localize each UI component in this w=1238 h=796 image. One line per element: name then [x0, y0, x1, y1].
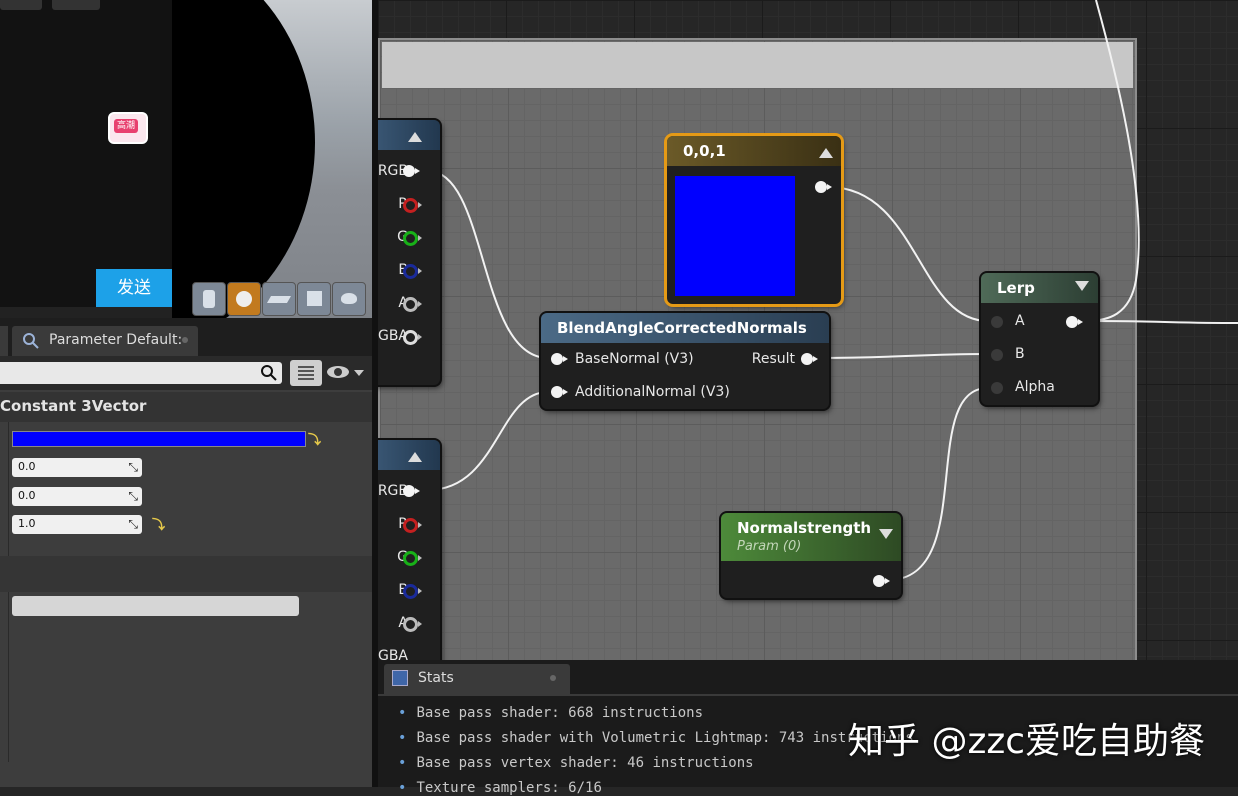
collapse-icon[interactable] [879, 529, 893, 539]
pin-label: Alpha [1015, 379, 1055, 395]
cube-icon[interactable] [297, 282, 331, 316]
rgba-pin[interactable] [403, 330, 422, 345]
stat-line: • Base pass shader with Volumetric Lightm… [398, 730, 914, 746]
teapot-icon[interactable] [332, 282, 366, 316]
material-graph[interactable]: RGB R G B A GBA RGB R G B A GBA 0,0,1 [378, 0, 1238, 660]
preview-viewport[interactable]: 高潮 发送 [0, 0, 372, 318]
z-value-field[interactable]: 1.0 ⤡ [12, 515, 142, 534]
blend-node-title: BlendAngleCorrectedNormals [541, 313, 829, 343]
param-node-title: Normalstrength [737, 519, 872, 537]
tab-stats[interactable]: Stats [384, 664, 570, 694]
details-panel: Parameter Default: Constant 3Vector ⤵ 0.… [0, 318, 372, 787]
result-pin[interactable] [801, 353, 818, 365]
search-icon [261, 365, 277, 381]
blank-field[interactable] [12, 596, 299, 616]
pin-label: A [1015, 313, 1025, 329]
stats-panel: Stats • Base pass shader: 668 instruction… [378, 660, 1238, 796]
color-swatch [675, 176, 795, 296]
preview-toolbar [192, 282, 368, 316]
r-pin[interactable] [403, 198, 422, 213]
chevron-down-icon[interactable] [354, 370, 364, 376]
a-pin[interactable] [403, 297, 422, 312]
stat-line: • Texture samplers: 6/16 [398, 780, 602, 796]
tab-parameter-defaults[interactable]: Parameter Default: [12, 326, 198, 356]
rgb-pin[interactable] [403, 485, 420, 497]
close-icon[interactable] [182, 337, 188, 343]
search-icon [23, 333, 39, 349]
param-node-subtitle: Param (0) [737, 539, 802, 554]
reset-icon[interactable]: ⤵ [152, 514, 165, 533]
a-pin[interactable] [991, 316, 1003, 328]
g-pin[interactable] [403, 551, 422, 566]
collapse-icon[interactable] [1075, 281, 1089, 291]
sphere-icon[interactable] [227, 282, 261, 316]
plane-icon[interactable] [262, 282, 296, 316]
watermark: 知乎 @zzc爱吃自助餐 [848, 721, 1206, 762]
collapse-icon[interactable] [819, 148, 833, 158]
send-button[interactable]: 发送 [96, 269, 172, 307]
pin-label: GBA [378, 648, 408, 660]
b-pin[interactable] [403, 264, 422, 279]
rgb-pin[interactable] [403, 165, 420, 177]
stats-tab-label: Stats [418, 670, 454, 686]
texture-sample-node-1[interactable]: RGB R G B A GBA [378, 120, 440, 385]
lerp-node[interactable]: Lerp A B Alpha [981, 273, 1098, 405]
texture-sample-node-2[interactable]: RGB R G B A GBA [378, 440, 440, 660]
expand-icon[interactable]: ⤡ [128, 460, 138, 475]
stats-icon [392, 670, 408, 686]
output-pin[interactable] [815, 181, 832, 193]
pin-label: AdditionalNormal (V3) [575, 384, 730, 400]
parameter-defaults-tab-label: Parameter Default: [49, 332, 183, 348]
constant-color-bar[interactable] [12, 431, 306, 447]
collapse-icon[interactable] [408, 132, 422, 142]
param-output-pin[interactable] [873, 575, 890, 587]
grid-view-icon[interactable] [290, 360, 322, 386]
expand-icon[interactable]: ⤡ [128, 489, 138, 504]
stat-line: • Base pass vertex shader: 46 instruction… [398, 755, 754, 771]
b-pin[interactable] [991, 349, 1003, 361]
panel-splitter[interactable] [372, 0, 378, 787]
section-title: Constant 3Vector [0, 397, 147, 415]
constant-vector-node[interactable]: 0,0,1 [667, 136, 841, 304]
cylinder-icon[interactable] [192, 282, 226, 316]
a-pin[interactable] [403, 617, 422, 632]
close-icon[interactable] [550, 675, 556, 681]
blend-normals-node[interactable]: BlendAngleCorrectedNormals BaseNormal (V… [541, 313, 829, 409]
stat-line: • Base pass shader: 668 instructions [398, 705, 704, 721]
base-normal-pin[interactable] [551, 353, 568, 365]
pin-label: BaseNormal (V3) [575, 351, 694, 367]
g-pin[interactable] [403, 231, 422, 246]
constant-node-title: 0,0,1 [667, 136, 841, 166]
pin-label: Result [751, 351, 795, 367]
tv-badge-icon[interactable]: 高潮 [108, 112, 148, 144]
y-value-field[interactable]: 0.0 ⤡ [12, 487, 142, 506]
r-pin[interactable] [403, 518, 422, 533]
b-pin[interactable] [403, 584, 422, 599]
collapse-icon[interactable] [408, 452, 422, 462]
reset-icon[interactable]: ⤵ [308, 429, 321, 448]
search-input[interactable] [0, 362, 282, 384]
pin-label: B [1015, 346, 1025, 362]
normalstrength-param-node[interactable]: Normalstrength Param (0) [721, 513, 901, 598]
lerp-output-pin[interactable] [1066, 316, 1083, 328]
x-value-field[interactable]: 0.0 ⤡ [12, 458, 142, 477]
expand-icon[interactable]: ⤡ [128, 517, 138, 532]
eye-icon[interactable] [327, 366, 349, 378]
additional-normal-pin[interactable] [551, 386, 568, 398]
alpha-pin[interactable] [991, 382, 1003, 394]
